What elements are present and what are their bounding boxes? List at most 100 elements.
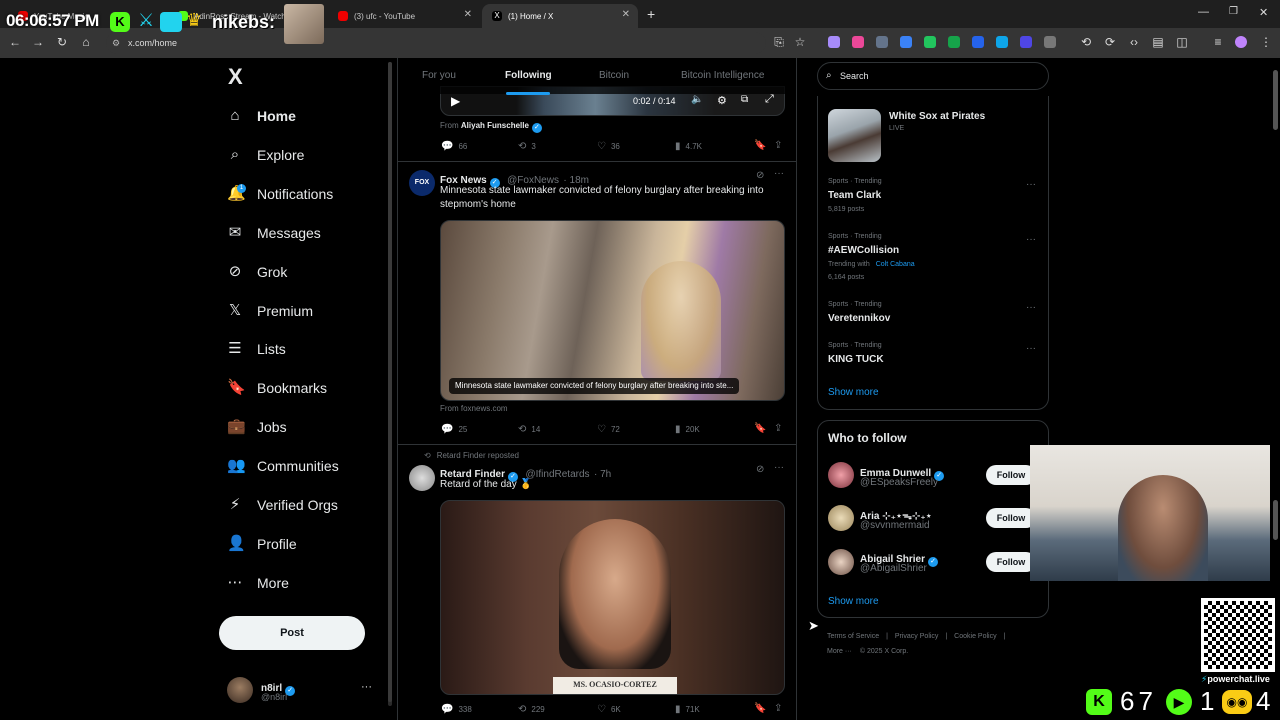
like-count[interactable]: ♡ 36 (597, 141, 620, 152)
post-more-icon[interactable]: ··· (774, 168, 784, 179)
tab-bitcoin[interactable]: Bitcoin (599, 70, 629, 81)
avatar[interactable] (409, 465, 435, 491)
sidebar-item-bookmarks[interactable]: 🔖 Bookmarks (227, 376, 327, 400)
bookmark-icon[interactable]: 🔖 (754, 423, 766, 434)
new-tab-button[interactable]: + (647, 6, 655, 22)
share-icon[interactable]: ⇪ (774, 703, 782, 714)
trend-more-icon[interactable]: ··· (1026, 343, 1036, 354)
pip-icon[interactable]: ⧉ (741, 94, 748, 105)
history-icon[interactable]: ⟲ (1079, 35, 1093, 49)
trend-title[interactable]: Team Clark (828, 190, 881, 201)
trends-show-more[interactable]: Show more (828, 387, 879, 398)
sync-icon[interactable]: ⟳ (1103, 35, 1117, 49)
card-source[interactable]: From foxnews.com (440, 404, 508, 413)
play-icon[interactable]: ▶ (451, 94, 460, 108)
trend-title[interactable]: KING TUCK (828, 354, 884, 365)
extension-icon[interactable] (996, 36, 1008, 48)
tab-for-you[interactable]: For you (422, 70, 456, 81)
extension-icon[interactable] (972, 36, 984, 48)
home-icon[interactable]: ⌂ (79, 35, 93, 49)
avatar[interactable] (828, 462, 854, 488)
live-event-title[interactable]: White Sox at Pirates (889, 111, 985, 122)
avatar[interactable]: FOX (409, 170, 435, 196)
close-tab-icon[interactable]: ✕ (622, 9, 630, 20)
sidebar-icon[interactable]: ▤ (1151, 35, 1165, 49)
install-app-icon[interactable]: ⎘ (772, 35, 786, 49)
trend-more-icon[interactable]: ··· (1026, 179, 1036, 190)
browser-tab-active[interactable]: X (1) Home / X ✕ (482, 4, 638, 28)
repost-count[interactable]: ⟲ 14 (518, 424, 540, 435)
attribution-name[interactable]: Aliyah Funschelle (461, 121, 529, 130)
link-card-image[interactable]: Minnesota state lawmaker convicted of fe… (440, 220, 785, 401)
extension-icon[interactable] (900, 36, 912, 48)
sidebar-item-lists[interactable]: ☰ Lists (227, 337, 286, 361)
site-info-icon[interactable]: ⚙ (112, 32, 120, 54)
extension-icon[interactable] (924, 36, 936, 48)
bookmark-icon[interactable]: 🔖 (754, 140, 766, 151)
menu-icon[interactable]: ≡ (1211, 35, 1225, 49)
sidebar-scrollbar[interactable] (388, 62, 392, 706)
reply-count[interactable]: 💬 66 (441, 141, 467, 152)
reload-icon[interactable]: ↻ (55, 35, 69, 49)
settings-icon[interactable]: ⚙ (717, 94, 727, 107)
bookmark-icon[interactable]: 🔖 (754, 703, 766, 714)
trend-more-icon[interactable]: ··· (1026, 234, 1036, 245)
follow-button[interactable]: Follow (986, 465, 1036, 485)
split-view-icon[interactable]: ◫ (1175, 35, 1189, 49)
share-icon[interactable]: ⇪ (774, 423, 782, 434)
sidebar-item-messages[interactable]: ✉ Messages (227, 221, 321, 245)
sidebar-item-communities[interactable]: 👥 Communities (227, 454, 339, 478)
back-icon[interactable]: ← (8, 35, 22, 49)
minimize-icon[interactable]: — (1198, 6, 1209, 18)
follow-button[interactable]: Follow (986, 508, 1036, 528)
profile-avatar-icon[interactable] (1235, 36, 1247, 48)
kebab-menu-icon[interactable]: ⋮ (1259, 35, 1273, 49)
who-to-follow-show-more[interactable]: Show more (828, 596, 879, 607)
extension-icon[interactable] (1020, 36, 1032, 48)
account-switcher[interactable]: n8irl ✓ @n8irl ··· (225, 675, 375, 709)
sidebar-item-more[interactable]: ⋯ More (227, 571, 289, 595)
sidebar-item-grok[interactable]: ⊘ Grok (227, 260, 288, 284)
sidebar-item-profile[interactable]: 👤 Profile (227, 532, 297, 556)
footer-link[interactable]: Cookie Policy (954, 633, 996, 640)
post-button[interactable]: Post (219, 616, 365, 650)
grok-icon[interactable]: ⊘ (756, 464, 764, 475)
x-logo[interactable]: X (228, 64, 243, 90)
suggested-user-handle[interactable]: @AbigailShrier (860, 563, 927, 574)
address-bar[interactable]: ⚙ x.com/home (106, 32, 766, 54)
footer-link[interactable]: Terms of Service (827, 633, 879, 640)
post-image[interactable]: MS. OCASIO-CORTEZ (440, 500, 785, 695)
repost-count[interactable]: ⟲ 229 (518, 704, 545, 715)
grok-icon[interactable]: ⊘ (756, 170, 764, 181)
trend-more-icon[interactable]: ··· (1026, 302, 1036, 313)
fullscreen-icon[interactable]: ⤢ (765, 93, 774, 106)
footer-link[interactable]: Privacy Policy (895, 633, 939, 640)
reply-count[interactable]: 💬 338 (441, 704, 472, 715)
share-icon[interactable]: ⇪ (774, 140, 782, 151)
view-count[interactable]: ▮ 4.7K (675, 141, 702, 152)
sidebar-item-explore[interactable]: ⌕ Explore (227, 143, 305, 167)
forward-icon[interactable]: → (31, 35, 45, 49)
follow-button[interactable]: Follow (986, 552, 1036, 572)
footer-more-link[interactable]: More ··· (827, 648, 852, 655)
code-icon[interactable]: ‹› (1127, 35, 1141, 49)
extension-icon[interactable] (876, 36, 888, 48)
browser-tab[interactable]: (3) ufc - YouTube ✕ (328, 4, 480, 28)
page-scrollbar[interactable] (1273, 60, 1278, 660)
search-input[interactable]: ⌕ Search (817, 62, 1049, 90)
post-more-icon[interactable]: ··· (774, 462, 784, 473)
extension-icon[interactable] (828, 36, 840, 48)
suggested-user-handle[interactable]: @ESpeaksFreely (860, 477, 938, 488)
sidebar-item-jobs[interactable]: 💼 Jobs (227, 415, 287, 439)
avatar[interactable] (828, 549, 854, 575)
live-event-thumbnail[interactable] (828, 109, 881, 162)
sidebar-item-verified-orgs[interactable]: ⚡ Verified Orgs (227, 493, 338, 517)
trend-title[interactable]: Veretennikov (828, 313, 890, 324)
avatar[interactable] (828, 505, 854, 531)
like-count[interactable]: ♡ 72 (597, 424, 620, 435)
tab-following[interactable]: Following (505, 70, 552, 81)
account-more-icon[interactable]: ··· (361, 681, 372, 693)
mute-icon[interactable]: 🔈 (691, 94, 703, 105)
close-window-icon[interactable]: ✕ (1259, 6, 1268, 19)
extension-icon[interactable] (852, 36, 864, 48)
